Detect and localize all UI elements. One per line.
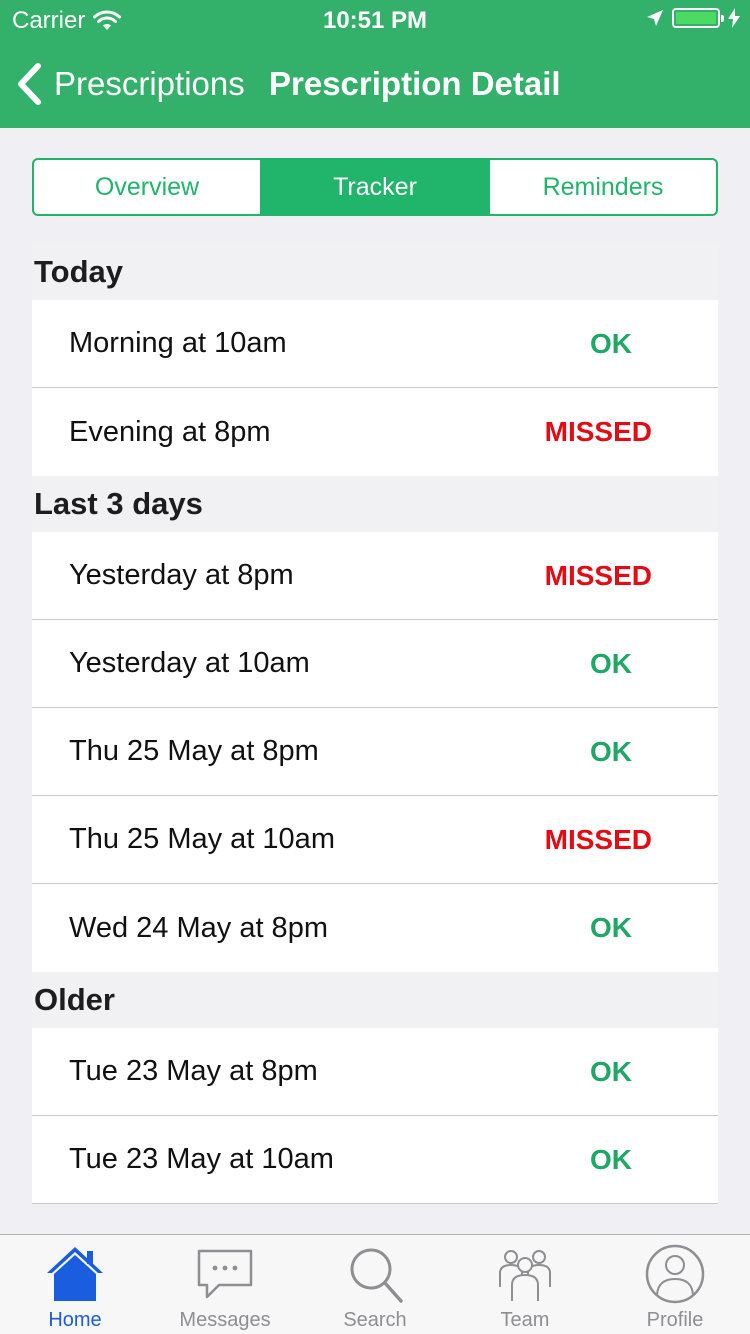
status-indicators: [646, 8, 740, 28]
dose-time: Tue 23 May at 8pm: [69, 1055, 318, 1087]
dose-status: OK: [590, 327, 632, 359]
dose-status: OK: [590, 1143, 632, 1175]
list-item[interactable]: Morning at 10am OK: [32, 300, 718, 388]
list-item[interactable]: Evening at 8pm MISSED: [32, 388, 718, 476]
tab-home[interactable]: Home: [0, 1235, 150, 1334]
list-item[interactable]: Thu 25 May at 8pm OK: [32, 708, 718, 796]
segmented-control: Overview Tracker Reminders: [32, 158, 718, 216]
back-label: Prescriptions: [54, 65, 245, 102]
tracker-list: Today Morning at 10am OK Evening at 8pm …: [32, 244, 718, 1204]
dose-status: MISSED: [544, 559, 652, 591]
team-icon: [499, 1250, 551, 1301]
dose-time: Morning at 10am: [69, 327, 287, 359]
dose-status: OK: [590, 647, 632, 679]
tab-messages[interactable]: Messages: [150, 1235, 300, 1334]
tab-bar: Home Messages Search Team Profile: [0, 1234, 750, 1334]
section-header-older: Older: [32, 972, 718, 1028]
tab-search[interactable]: Search: [300, 1235, 450, 1334]
status-bar: Carrier 10:51 PM: [0, 0, 750, 40]
nav-bar: Prescriptions Prescription Detail: [0, 40, 750, 128]
list-item[interactable]: Tue 23 May at 8pm OK: [32, 1028, 718, 1116]
location-arrow-icon: [647, 10, 663, 26]
tab-team[interactable]: Team: [450, 1235, 600, 1334]
header: Carrier 10:51 PM Prescriptions Prescript…: [0, 0, 750, 128]
tab-label: Home: [48, 1309, 102, 1331]
section-header-today: Today: [32, 244, 718, 300]
tab-profile[interactable]: Profile: [600, 1235, 750, 1334]
list-item[interactable]: Yesterday at 10am OK: [32, 620, 718, 708]
status-time: 10:51 PM: [322, 7, 428, 34]
dose-time: Wed 24 May at 8pm: [69, 911, 328, 944]
search-icon: [350, 1248, 403, 1303]
page-title: Prescription Detail: [269, 65, 561, 102]
list-item[interactable]: Thu 25 May at 10am MISSED: [32, 796, 718, 884]
dose-status: MISSED: [544, 416, 652, 447]
tab-label: Profile: [646, 1309, 704, 1331]
dose-time: Yesterday at 8pm: [69, 559, 294, 591]
list-item[interactable]: Yesterday at 8pm MISSED: [32, 532, 718, 620]
list-item[interactable]: Wed 24 May at 8pm OK: [32, 884, 718, 972]
dose-time: Yesterday at 10am: [69, 647, 310, 679]
dose-status: MISSED: [544, 823, 652, 855]
charging-bolt-icon: [728, 8, 740, 28]
chevron-left-icon: [18, 63, 41, 105]
tab-overview[interactable]: Overview: [34, 160, 260, 214]
dose-time: Thu 25 May at 10am: [69, 823, 335, 855]
messages-icon: [197, 1249, 253, 1299]
back-button[interactable]: Prescriptions: [16, 40, 245, 128]
tab-label: Messages: [179, 1309, 271, 1331]
section-header-last-3-days: Last 3 days: [32, 476, 718, 532]
list-item[interactable]: Tue 23 May at 10am OK: [32, 1116, 718, 1204]
dose-status: OK: [590, 912, 632, 943]
dose-status: OK: [590, 735, 632, 767]
tab-label: Team: [500, 1309, 550, 1331]
tab-label: Search: [343, 1309, 407, 1331]
dose-time: Thu 25 May at 8pm: [69, 735, 319, 767]
tab-tracker[interactable]: Tracker: [260, 160, 488, 214]
home-icon: [47, 1247, 103, 1301]
profile-icon: [645, 1244, 705, 1304]
tab-reminders[interactable]: Reminders: [488, 160, 716, 214]
dose-time: Evening at 8pm: [69, 415, 271, 448]
dose-time: Tue 23 May at 10am: [69, 1143, 334, 1175]
battery-icon: [672, 8, 724, 28]
dose-status: OK: [590, 1055, 632, 1087]
